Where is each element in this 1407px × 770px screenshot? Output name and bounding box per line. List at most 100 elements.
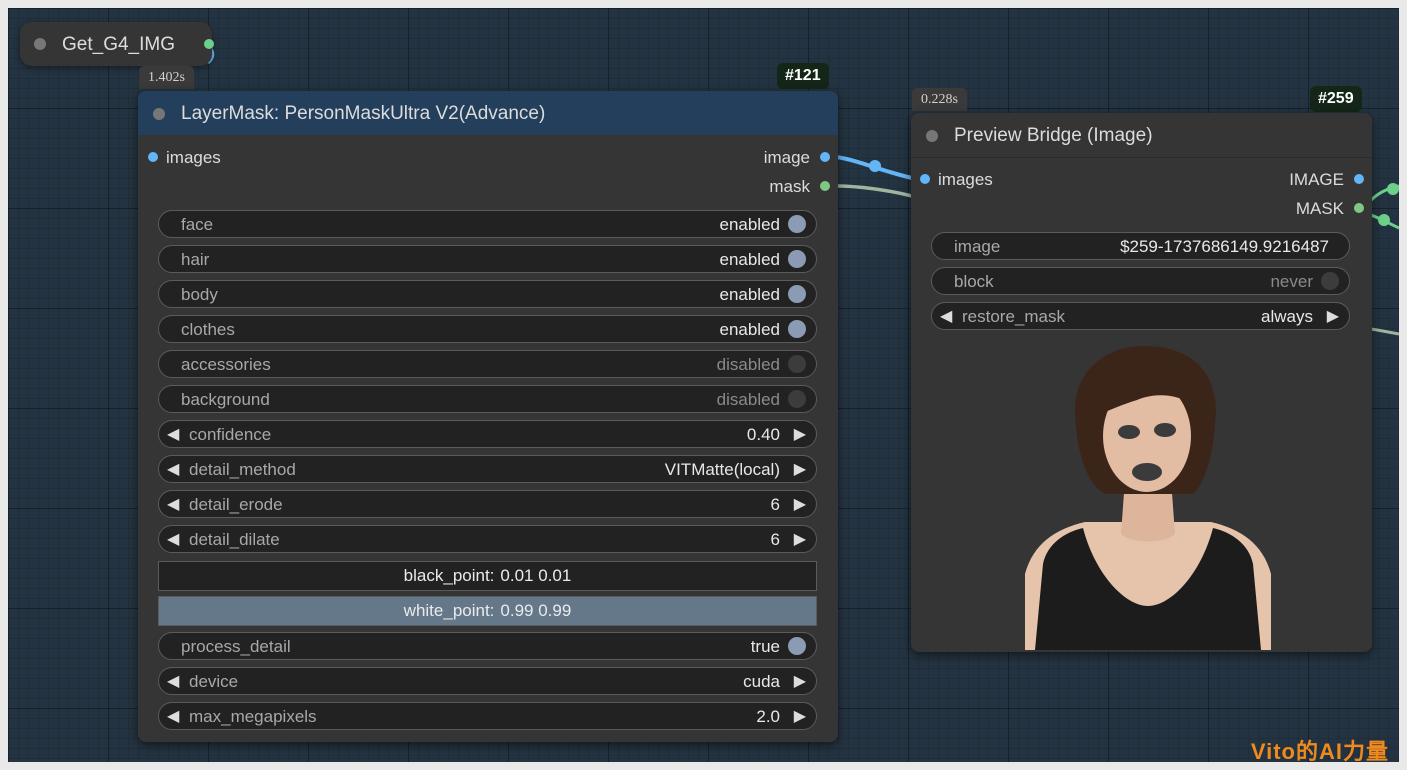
widget-label: block: [954, 272, 994, 291]
node-title: LayerMask: PersonMaskUltra V2(Advance): [181, 103, 546, 124]
combo-detail-method[interactable]: ◀ detail_method VITMatte(local) ▶: [158, 455, 817, 483]
output-slot-image-dot[interactable]: [820, 152, 830, 162]
range-value: 0.01 0.01: [500, 566, 572, 585]
decrement-arrow-icon[interactable]: ◀: [167, 671, 179, 691]
input-slot-images-dot[interactable]: [920, 174, 930, 184]
toggle-knob[interactable]: [788, 285, 806, 303]
widget-label: process_detail: [181, 637, 291, 656]
combo-detail-dilate[interactable]: ◀ detail_dilate 6 ▶: [158, 525, 817, 553]
toggle-knob[interactable]: [788, 355, 806, 373]
widget-value: 6: [770, 530, 780, 549]
widget-value: VITMatte(local): [664, 460, 780, 479]
toggle-hair[interactable]: hair enabled: [158, 245, 817, 273]
increment-arrow-icon[interactable]: ▶: [794, 494, 806, 514]
toggle-knob[interactable]: [788, 250, 806, 268]
input-slot-images-dot[interactable]: [148, 152, 158, 162]
node-title: Get_G4_IMG: [62, 34, 175, 55]
input-slot-images-label: images: [166, 148, 221, 167]
widget-value: always: [1261, 307, 1313, 326]
reroute-dot[interactable]: [869, 160, 881, 172]
white-point-range[interactable]: white_point: 0.99 0.99: [158, 596, 817, 626]
decrement-arrow-icon[interactable]: ◀: [167, 706, 179, 726]
increment-arrow-icon[interactable]: ▶: [794, 529, 806, 549]
widget-value: 0.40: [746, 425, 780, 444]
toggle-process-detail[interactable]: process_detail true: [158, 632, 817, 660]
widget-value: true: [750, 637, 780, 656]
node-id-badge: #259: [1310, 86, 1362, 112]
widget-label: body: [181, 285, 218, 304]
widget-value: never: [1270, 272, 1313, 291]
toggle-knob[interactable]: [788, 215, 806, 233]
increment-arrow-icon[interactable]: ▶: [794, 459, 806, 479]
widget-label: confidence: [189, 425, 272, 444]
combo-device[interactable]: ◀ device cuda ▶: [158, 667, 817, 695]
widget-value: enabled: [719, 215, 780, 234]
decrement-arrow-icon[interactable]: ◀: [167, 424, 179, 444]
widget-label: detail_erode: [189, 495, 283, 514]
node-collapse-dot[interactable]: [926, 130, 938, 142]
node-header[interactable]: LayerMask: PersonMaskUltra V2(Advance): [138, 91, 838, 135]
decrement-arrow-icon[interactable]: ◀: [167, 494, 179, 514]
toggle-block[interactable]: block never: [931, 267, 1350, 295]
widget-label: hair: [181, 250, 210, 269]
widget-value: $259-1737686149.9216487: [1120, 237, 1329, 256]
increment-arrow-icon[interactable]: ▶: [794, 671, 806, 691]
widget-value: disabled: [716, 390, 780, 409]
combo-max-megapixels[interactable]: ◀ max_megapixels 2.0 ▶: [158, 702, 817, 730]
toggle-body[interactable]: body enabled: [158, 280, 817, 308]
node-header[interactable]: Preview Bridge (Image): [911, 113, 1372, 158]
combo-detail-erode[interactable]: ◀ detail_erode 6 ▶: [158, 490, 817, 518]
toggle-knob[interactable]: [1321, 272, 1339, 290]
output-slot-image-label: image: [763, 148, 810, 167]
combo-confidence[interactable]: ◀ confidence 0.40 ▶: [158, 420, 817, 448]
toggle-clothes[interactable]: clothes enabled: [158, 315, 817, 343]
increment-arrow-icon[interactable]: ▶: [794, 706, 806, 726]
person-mask-ultra-node[interactable]: LayerMask: PersonMaskUltra V2(Advance) i…: [138, 91, 838, 742]
output-slot-image-dot[interactable]: [1354, 174, 1364, 184]
output-slot-mask-dot[interactable]: [820, 181, 830, 191]
toggle-face[interactable]: face enabled: [158, 210, 817, 238]
black-point-range[interactable]: black_point: 0.01 0.01: [158, 561, 817, 591]
get-image-node[interactable]: Get_G4_IMG: [20, 22, 214, 66]
widget-label: face: [181, 215, 214, 234]
output-slot-mask-dot[interactable]: [1354, 203, 1364, 213]
widget-label: image: [954, 237, 1001, 256]
node-title: Preview Bridge (Image): [954, 125, 1153, 146]
increment-arrow-icon[interactable]: ▶: [794, 424, 806, 444]
decrement-arrow-icon[interactable]: ◀: [167, 529, 179, 549]
toggle-knob[interactable]: [788, 390, 806, 408]
output-slot-image-label: IMAGE: [1289, 170, 1344, 189]
toggle-knob[interactable]: [788, 637, 806, 655]
increment-arrow-icon[interactable]: ▶: [1327, 306, 1339, 326]
widget-label: device: [189, 672, 239, 691]
toggle-background[interactable]: background disabled: [158, 385, 817, 413]
widget-label: clothes: [181, 320, 235, 339]
output-slot-dot[interactable]: [204, 39, 214, 49]
widget-value: 6: [770, 495, 780, 514]
node-collapse-dot[interactable]: [153, 108, 165, 120]
execution-time-badge: 1.402s: [139, 66, 194, 89]
watermark-text: Vito的AI力量: [1250, 739, 1389, 762]
input-slot-images-label: images: [938, 170, 993, 189]
widget-value: enabled: [719, 320, 780, 339]
preview-bridge-node[interactable]: Preview Bridge (Image) images IMAGE MASK…: [911, 113, 1372, 652]
image-text-widget[interactable]: image $259-1737686149.9216487: [931, 232, 1350, 260]
widget-value: disabled: [716, 355, 780, 374]
widget-value: cuda: [743, 672, 780, 691]
widget-value: 2.0: [756, 707, 780, 726]
toggle-accessories[interactable]: accessories disabled: [158, 350, 817, 378]
portrait-image: [1025, 345, 1271, 650]
range-label: black_point:: [403, 566, 495, 585]
node-graph-canvas[interactable]: Get_G4_IMG 1.402s #121 LayerMask: Person…: [8, 8, 1399, 762]
widget-label: detail_method: [189, 460, 296, 479]
widget-label: accessories: [181, 355, 271, 374]
decrement-arrow-icon[interactable]: ◀: [940, 306, 952, 326]
decrement-arrow-icon[interactable]: ◀: [167, 459, 179, 479]
widget-label: max_megapixels: [189, 707, 317, 726]
toggle-knob[interactable]: [788, 320, 806, 338]
widget-label: restore_mask: [962, 307, 1065, 326]
output-slot-mask-label: MASK: [1295, 199, 1344, 218]
node-collapse-dot[interactable]: [34, 38, 46, 50]
combo-restore-mask[interactable]: ◀ restore_mask always ▶: [931, 302, 1350, 330]
preview-image[interactable]: [1025, 344, 1271, 650]
